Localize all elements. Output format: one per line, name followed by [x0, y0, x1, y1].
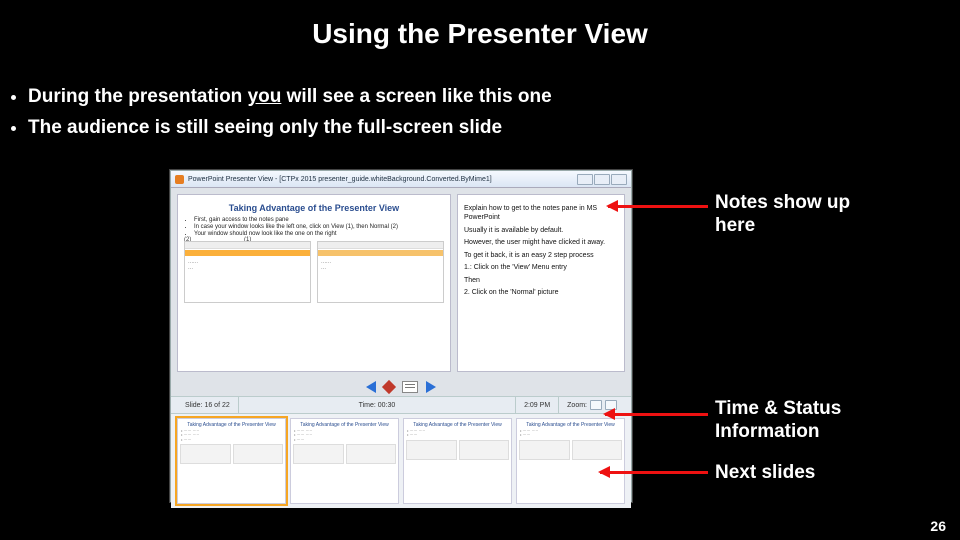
status-zoom: Zoom:	[559, 397, 625, 413]
status-zoom-label: Zoom:	[567, 402, 587, 409]
bullet-2: The audience is still seeing only the fu…	[28, 114, 960, 143]
note-line: Explain how to get to the notes pane in …	[464, 204, 618, 223]
maximize-icon	[594, 174, 610, 185]
nav-controls	[171, 378, 631, 396]
page-title: Using the Presenter View	[0, 0, 960, 58]
note-line: Usually it is available by default.	[464, 226, 618, 235]
bullet-1: During the presentation you will see a s…	[28, 83, 960, 112]
annotation-notes-text: Notes show up here	[715, 192, 855, 238]
strip-slide: Taking Advantage of the Presenter View •…	[403, 418, 512, 504]
strip-slide: Taking Advantage of the Presenter View •…	[290, 418, 399, 504]
strip-slide: Taking Advantage of the Presenter View •…	[177, 418, 286, 504]
status-clock: 2:09 PM	[516, 397, 559, 413]
strip-slide: Taking Advantage of the Presenter View •…	[516, 418, 625, 504]
bullet-1-text-post: will see a screen like this one	[281, 86, 551, 107]
minimize-icon	[577, 174, 593, 185]
slide-bullet: In case your window looks like the left …	[194, 224, 444, 230]
next-slide-icon	[426, 381, 436, 393]
app-icon	[175, 175, 184, 184]
prev-slide-icon	[366, 381, 376, 393]
thumb-left: ·········	[184, 241, 311, 303]
thumb-right: ·········	[317, 241, 444, 303]
annotation-next-text: Next slides	[715, 462, 815, 483]
note-line: However, the user might have clicked it …	[464, 238, 618, 247]
current-slide-area: Taking Advantage of the Presenter View F…	[177, 194, 451, 372]
status-bar: Slide: 16 of 22 Time: 00:30 2:09 PM Zoom…	[171, 396, 631, 414]
slide-bullet: First, gain access to the notes pane	[194, 217, 444, 223]
bullet-1-text-pre: During the presentation	[28, 86, 248, 107]
annotation-next: Next slides	[715, 462, 815, 485]
current-slide-bullets: First, gain access to the notes pane In …	[184, 217, 444, 237]
bullet-list: During the presentation you will see a s…	[0, 77, 960, 142]
status-elapsed: Time: 00:30	[239, 397, 516, 413]
bullet-1-text-em: you	[248, 86, 282, 107]
window-buttons	[577, 174, 627, 185]
annotation-notes: Notes show up here	[715, 192, 855, 238]
notes-pane: Explain how to get to the notes pane in …	[457, 194, 625, 372]
status-slide-count: Slide: 16 of 22	[177, 397, 239, 413]
window-title-text: PowerPoint Presenter View - [CTPx 2015 p…	[188, 176, 492, 183]
note-line: 1.: Click on the 'View' Menu entry	[464, 263, 618, 272]
slide-bullet: Your window should now look like the one…	[194, 231, 444, 237]
note-line: 2. Click on the 'Normal' picture	[464, 288, 618, 297]
pen-icon	[382, 380, 396, 394]
zoom-out-icon	[590, 400, 602, 410]
presenter-view-screenshot: PowerPoint Presenter View - [CTPx 2015 p…	[170, 170, 632, 502]
annotation-status-text: Time & Status Information	[715, 398, 875, 444]
close-icon	[611, 174, 627, 185]
slide-strip: Taking Advantage of the Presenter View •…	[171, 414, 631, 508]
current-slide-title: Taking Advantage of the Presenter View	[184, 203, 444, 213]
note-line: Then	[464, 276, 618, 285]
window-titlebar: PowerPoint Presenter View - [CTPx 2015 p…	[171, 171, 631, 188]
menu-icon	[402, 381, 418, 393]
annotation-status: Time & Status Information	[715, 398, 875, 444]
page-number: 26	[930, 518, 946, 534]
note-line: To get it back, it is an easy 2 step pro…	[464, 251, 618, 260]
